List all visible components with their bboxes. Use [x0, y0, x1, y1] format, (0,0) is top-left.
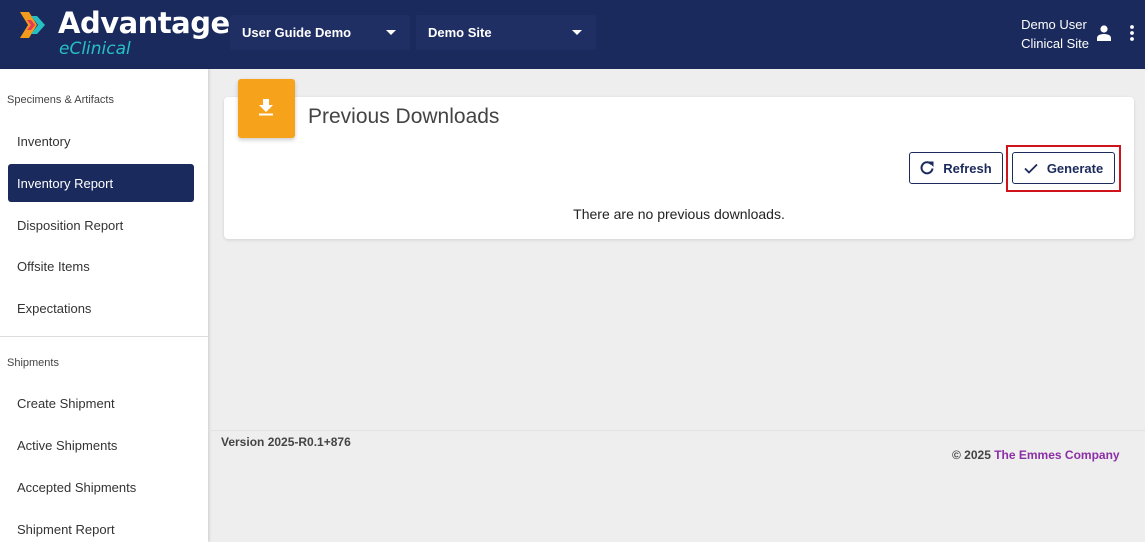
site-dropdown-label: Demo Site — [428, 25, 492, 40]
sidebar-item-label: Disposition Report — [17, 217, 124, 233]
user-name: Demo User — [1021, 17, 1087, 32]
sidebar-item-label: Create Shipment — [17, 395, 115, 411]
logo-title: Advantage — [58, 6, 230, 40]
study-dropdown[interactable]: User Guide Demo — [230, 15, 410, 50]
refresh-icon — [920, 161, 934, 175]
refresh-button-label: Refresh — [943, 160, 992, 176]
more-vertical-icon[interactable] — [1129, 24, 1135, 42]
card-header-icon-box — [238, 79, 295, 138]
sidebar-item-label: Inventory — [17, 133, 71, 149]
app-logo[interactable]: Advantage eClinical — [18, 6, 230, 60]
user-role: Clinical Site — [1021, 36, 1089, 51]
sidebar-item-accepted-shipments[interactable]: Accepted Shipments — [8, 468, 194, 506]
logo-chevron-icon — [20, 12, 45, 38]
page-title: Previous Downloads — [308, 105, 500, 128]
study-dropdown-label: User Guide Demo — [242, 25, 352, 40]
sidebar-item-inventory[interactable]: Inventory — [8, 122, 194, 160]
empty-state-message: There are no previous downloads. — [573, 206, 785, 222]
sidebar-section-shipments: Shipments — [7, 357, 59, 369]
site-dropdown[interactable]: Demo Site — [416, 15, 596, 50]
generate-button-highlight — [1006, 145, 1121, 192]
top-header: Advantage eClinical User Guide Demo Demo… — [0, 0, 1145, 69]
company-link[interactable]: The Emmes Company — [994, 448, 1119, 462]
sidebar-item-create-shipment[interactable]: Create Shipment — [8, 384, 194, 422]
chevron-down-icon — [572, 30, 582, 35]
sidebar-item-disposition-report[interactable]: Disposition Report — [8, 206, 194, 244]
sidebar-item-inventory-report[interactable]: Inventory Report — [8, 164, 194, 202]
logo-subtitle: eClinical — [59, 39, 131, 59]
refresh-button[interactable]: Refresh — [909, 152, 1003, 184]
user-info: Demo User Clinical Site — [1021, 15, 1089, 53]
copyright-prefix: © 2025 — [952, 448, 991, 462]
sidebar-item-label: Active Shipments — [17, 437, 118, 453]
sidebar-item-label: Inventory Report — [17, 175, 114, 191]
download-icon — [259, 99, 273, 116]
sidebar-item-label: Accepted Shipments — [17, 479, 137, 495]
sidebar-item-shipment-report[interactable]: Shipment Report — [8, 510, 194, 542]
chevron-down-icon — [386, 30, 396, 35]
sidebar-divider — [0, 336, 208, 337]
sidebar-item-active-shipments[interactable]: Active Shipments — [8, 426, 194, 464]
copyright: © 2025 The Emmes Company — [952, 448, 1120, 462]
user-icon[interactable] — [1097, 25, 1111, 41]
version-label: Version 2025-R0.1+876 — [221, 435, 351, 449]
sidebar-section-specimens: Specimens & Artifacts — [7, 94, 114, 106]
sidebar-item-label: Expectations — [17, 300, 92, 316]
sidebar-item-expectations[interactable]: Expectations — [8, 289, 194, 327]
sidebar-item-label: Shipment Report — [17, 521, 115, 537]
sidebar: Specimens & Artifacts Inventory Inventor… — [0, 69, 208, 542]
footer-divider — [208, 430, 1145, 431]
sidebar-item-label: Offsite Items — [17, 258, 90, 274]
sidebar-item-offsite-items[interactable]: Offsite Items — [8, 247, 194, 285]
